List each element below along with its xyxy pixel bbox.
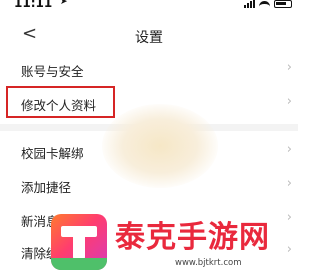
page-title: 设置 — [135, 30, 163, 46]
menu-item-account-security[interactable]: 账号与安全 › — [0, 54, 298, 84]
wifi-icon — [259, 1, 270, 8]
watermark-text: 泰克手游网 — [115, 220, 270, 255]
status-time: 11:11 — [14, 0, 53, 10]
menu-item-label: 校园卡解绑 — [21, 146, 84, 161]
watermark-logo-icon — [51, 214, 107, 270]
nav-bar: < 设置 — [0, 18, 298, 52]
menu-item-label: 账号与安全 — [21, 64, 84, 79]
chevron-right-icon: › — [286, 142, 292, 157]
blurred-area — [102, 104, 218, 188]
battery-icon — [274, 0, 292, 8]
chevron-right-icon: › — [286, 176, 292, 191]
location-arrow-icon: ➤ — [60, 0, 68, 7]
highlight-box — [6, 86, 115, 118]
watermark-url: www.bjtkrt.com — [175, 258, 242, 268]
status-bar: 11:11 ➤ — [0, 0, 298, 12]
chevron-right-icon: › — [286, 94, 292, 109]
watermark: 泰克手游网 www.bjtkrt.com — [51, 208, 298, 277]
chevron-right-icon: › — [286, 60, 292, 75]
menu-item-label: 添加捷径 — [21, 180, 72, 195]
signal-icon — [244, 0, 255, 8]
status-icons — [244, 0, 292, 8]
